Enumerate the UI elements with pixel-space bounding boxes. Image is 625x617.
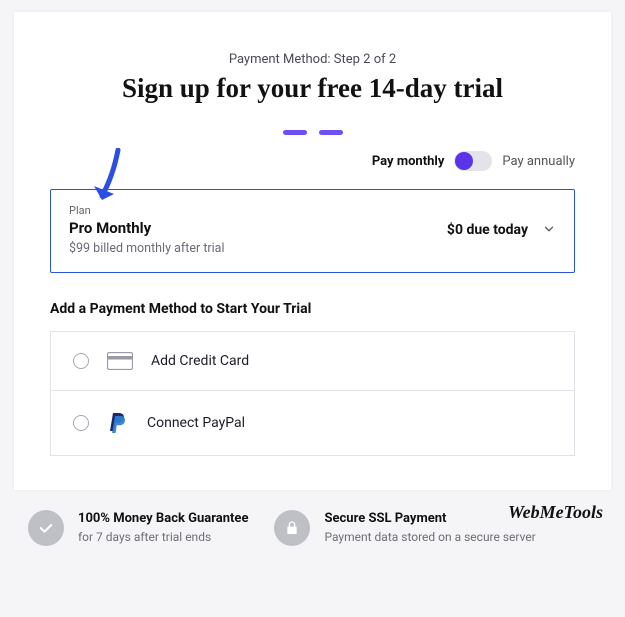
lock-icon [274, 510, 310, 546]
plan-info: Plan Pro Monthly $99 billed monthly afte… [69, 204, 225, 256]
payment-option-label: Add Credit Card [151, 353, 249, 369]
credit-card-icon [107, 352, 133, 370]
plan-right: $0 due today [447, 221, 556, 240]
guarantee-subtitle: for 7 days after trial ends [78, 530, 248, 546]
amount-due-today: $0 due today [447, 222, 528, 238]
progress-segment [283, 130, 307, 135]
radio-icon [73, 415, 89, 431]
radio-icon [73, 353, 89, 369]
security-badge: Secure SSL Payment Payment data stored o… [274, 510, 535, 546]
payment-option-label: Connect PayPal [147, 415, 245, 431]
brand-watermark: WebMeTools [508, 502, 603, 523]
checkmark-icon [28, 510, 64, 546]
plan-selector[interactable]: Plan Pro Monthly $99 billed monthly afte… [50, 189, 575, 273]
payment-option-credit-card[interactable]: Add Credit Card [51, 332, 574, 390]
security-subtitle: Payment data stored on a secure server [324, 530, 535, 546]
plan-subtext: $99 billed monthly after trial [69, 241, 225, 256]
billing-cycle-toggle: Pay monthly Pay annually [50, 151, 575, 171]
checkout-card: Payment Method: Step 2 of 2 Sign up for … [14, 12, 611, 490]
toggle-knob [455, 152, 473, 170]
trust-footer: 100% Money Back Guarantee for 7 days aft… [0, 490, 625, 546]
step-label: Payment Method: Step 2 of 2 [50, 52, 575, 67]
payment-method-heading: Add a Payment Method to Start Your Trial [50, 301, 575, 317]
billing-toggle-switch[interactable] [454, 151, 492, 171]
page-title: Sign up for your free 14-day trial [50, 73, 575, 104]
chevron-down-icon [542, 221, 556, 240]
guarantee-title: 100% Money Back Guarantee [78, 511, 248, 528]
security-title: Secure SSL Payment [324, 511, 535, 528]
paypal-icon [107, 411, 129, 435]
pay-annually-label: Pay annually [502, 154, 575, 169]
payment-method-list: Add Credit Card Connect PayPal [50, 331, 575, 456]
pay-monthly-label: Pay monthly [372, 154, 445, 169]
progress-indicator [50, 130, 575, 135]
payment-option-paypal[interactable]: Connect PayPal [51, 390, 574, 455]
progress-segment [319, 130, 343, 135]
plan-name: Pro Monthly [69, 219, 225, 237]
guarantee-badge: 100% Money Back Guarantee for 7 days aft… [28, 510, 248, 546]
plan-label: Plan [69, 204, 225, 217]
